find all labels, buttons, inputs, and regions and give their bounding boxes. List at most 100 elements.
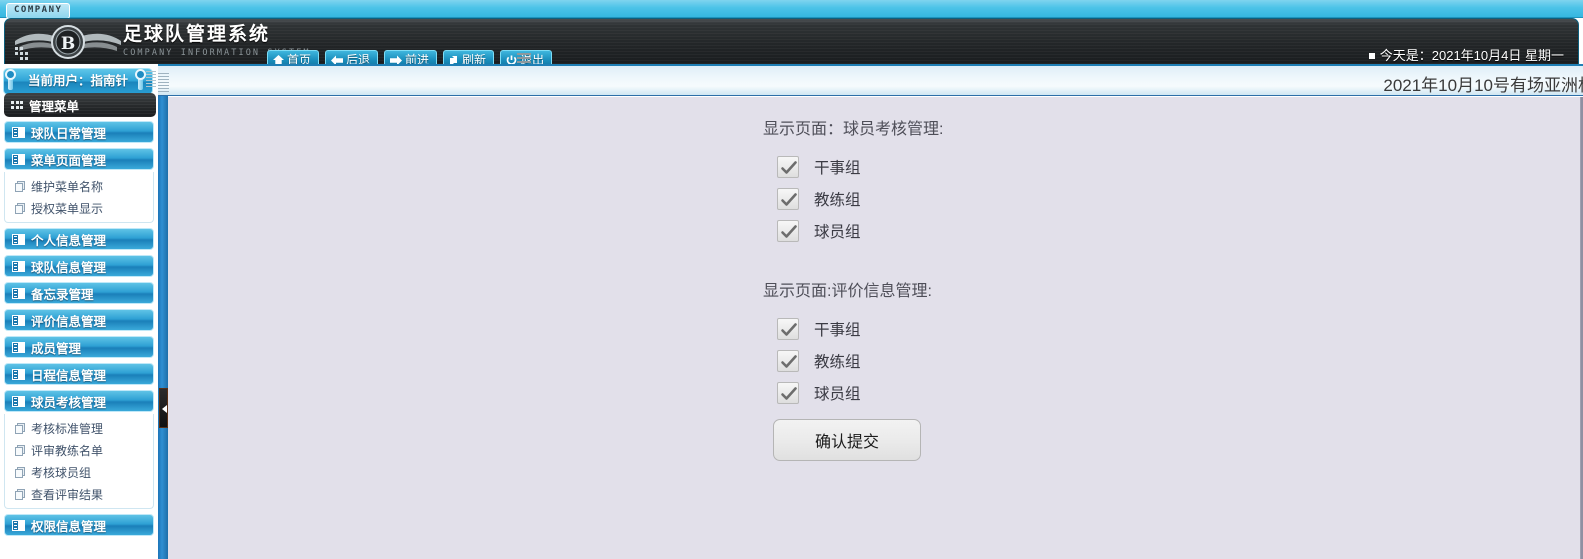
pages-icon	[15, 202, 26, 214]
checkbox-label: 干事组	[814, 322, 861, 339]
nav-home-label: 首页	[287, 53, 312, 64]
submenu-player-assessment: 考核标准管理 评审教练名单 考核球员组 查看评审结果	[4, 414, 154, 509]
sidebar-item-label: 球队日常管理	[31, 126, 107, 141]
today-date-display: 今天是：2021年10月4日 星期一	[1368, 47, 1564, 64]
winged-b-emblem-icon: B	[13, 21, 123, 63]
checkbox-label: 教练组	[814, 354, 861, 371]
book-icon	[12, 341, 25, 353]
page-title: 足球队管理系统	[123, 24, 271, 45]
sidebar-item-evaluation-info[interactable]: 评价信息管理	[4, 309, 154, 331]
checkbox-player-group-1[interactable]	[777, 220, 799, 242]
nav-refresh-label: 刷新	[462, 53, 487, 64]
sidebar-collapse-handle[interactable]	[159, 388, 168, 428]
checkbox-staff-group-1[interactable]	[777, 156, 799, 178]
sidebar-divider-rail	[158, 96, 168, 559]
menu-title-bar: 管理菜单	[4, 93, 156, 117]
top-strip: COMPANY	[0, 0, 1583, 19]
checkbox-label: 教练组	[814, 192, 861, 209]
nav-home-button[interactable]: 首页	[267, 50, 320, 64]
today-label: 今天是：	[1379, 48, 1432, 63]
hamburger-icon[interactable]	[517, 53, 531, 64]
sidebar-item-schedule-info[interactable]: 日程信息管理	[4, 363, 154, 385]
arrow-right-icon	[390, 55, 403, 64]
book-icon	[12, 287, 25, 299]
pages-icon	[15, 444, 26, 456]
check-icon	[781, 225, 797, 238]
sidebar-subitem-label: 考核标准管理	[31, 421, 104, 436]
menu-title-label: 管理菜单	[29, 99, 80, 114]
checkbox-row: 干事组	[763, 313, 943, 345]
sidebar-subitem-label: 评审教练名单	[31, 443, 104, 458]
checkbox-row: 球员组	[763, 215, 943, 247]
sidebar-subitem-label: 维护菜单名称	[31, 179, 104, 194]
check-icon	[781, 193, 797, 206]
sidebar-item-team-info[interactable]: 球队信息管理	[4, 255, 154, 277]
book-icon	[12, 395, 25, 407]
company-tab[interactable]: COMPANY	[6, 3, 71, 19]
book-icon	[12, 314, 25, 326]
sidebar-item-memo[interactable]: 备忘录管理	[4, 282, 154, 304]
sidebar-subitem-review-coach-list[interactable]: 评审教练名单	[5, 439, 153, 461]
pages-icon	[15, 488, 26, 500]
checkbox-coach-group-1[interactable]	[777, 188, 799, 210]
checkbox-row: 教练组	[763, 183, 943, 215]
arrow-left-icon	[331, 55, 344, 64]
checkbox-label: 球员组	[814, 224, 861, 241]
sidebar-item-label: 球队信息管理	[31, 260, 107, 275]
pages-icon	[15, 422, 26, 434]
sidebar-item-label: 评价信息管理	[31, 314, 107, 329]
book-icon	[12, 153, 25, 165]
sidebar-subitem-assessment-player-group[interactable]: 考核球员组	[5, 461, 153, 483]
refresh-icon	[449, 55, 459, 64]
sidebar-item-label: 日程信息管理	[31, 368, 107, 383]
sidebar: 当前用户：指南针 管理菜单 球队日常管理 菜单页面管理 维护菜单名称 授权菜单显…	[0, 64, 158, 559]
nav-refresh-button[interactable]: 刷新	[443, 50, 495, 64]
checkbox-staff-group-2[interactable]	[777, 318, 799, 340]
sidebar-item-player-assessment[interactable]: 球员考核管理	[4, 390, 154, 412]
sidebar-item-label: 成员管理	[31, 341, 82, 356]
sidebar-item-label: 菜单页面管理	[31, 153, 107, 168]
section-title-evaluation-info: 显示页面:评价信息管理:	[763, 283, 932, 300]
book-icon	[12, 233, 25, 245]
sidebar-subitem-maintain-menu-name[interactable]: 维护菜单名称	[5, 175, 153, 197]
checkbox-row: 教练组	[763, 345, 943, 377]
pages-icon	[15, 466, 26, 478]
nav-back-label: 后退	[346, 53, 371, 64]
sidebar-item-team-daily[interactable]: 球队日常管理	[4, 121, 154, 143]
nav-forward-label: 前进	[405, 53, 430, 64]
sidebar-item-permission-info[interactable]: 权限信息管理	[4, 514, 154, 536]
sidebar-item-label: 权限信息管理	[31, 519, 107, 534]
current-user-bar: 当前用户：指南针	[3, 68, 153, 95]
sidebar-subitem-view-review-result[interactable]: 查看评审结果	[5, 483, 153, 505]
sidebar-subitem-label: 授权菜单显示	[31, 201, 104, 216]
grid-icon	[11, 101, 23, 109]
bullet-square-icon	[1368, 53, 1375, 59]
sidebar-item-personal-info[interactable]: 个人信息管理	[4, 228, 154, 250]
checkbox-player-group-2[interactable]	[777, 382, 799, 404]
sidebar-item-member[interactable]: 成员管理	[4, 336, 154, 358]
nav-button-group: 首页 后退 前进 刷新 退出	[267, 50, 553, 64]
check-icon	[781, 161, 797, 174]
sidebar-subitem-authorize-menu-display[interactable]: 授权菜单显示	[5, 197, 153, 219]
nav-forward-button[interactable]: 前进	[384, 50, 438, 64]
marquee-text: 2021年10月10号有场亚洲杯	[1383, 76, 1583, 95]
check-icon	[781, 323, 797, 336]
check-icon	[781, 387, 797, 400]
sidebar-item-menu-page[interactable]: 菜单页面管理	[4, 148, 154, 170]
sidebar-item-label: 球员考核管理	[31, 395, 107, 410]
pin-left-icon[interactable]	[5, 69, 17, 90]
book-icon	[12, 368, 25, 380]
pages-icon	[15, 180, 26, 192]
power-icon	[506, 55, 517, 64]
sidebar-subitem-label: 查看评审结果	[31, 487, 104, 502]
checkbox-coach-group-2[interactable]	[777, 350, 799, 372]
sidebar-subitem-assessment-standard[interactable]: 考核标准管理	[5, 417, 153, 439]
section-title-player-assessment: 显示页面：球员考核管理:	[763, 121, 944, 138]
check-icon	[781, 355, 797, 368]
sidebar-item-label: 个人信息管理	[31, 233, 107, 248]
confirm-submit-button[interactable]: 确认提交	[773, 419, 921, 461]
sidebar-menu-list: 球队日常管理 菜单页面管理 维护菜单名称 授权菜单显示 个人信息管理 球队信息管…	[0, 121, 158, 541]
nav-back-button[interactable]: 后退	[325, 50, 379, 64]
today-value: 2021年10月4日 星期一	[1431, 48, 1564, 63]
book-icon	[12, 519, 25, 531]
